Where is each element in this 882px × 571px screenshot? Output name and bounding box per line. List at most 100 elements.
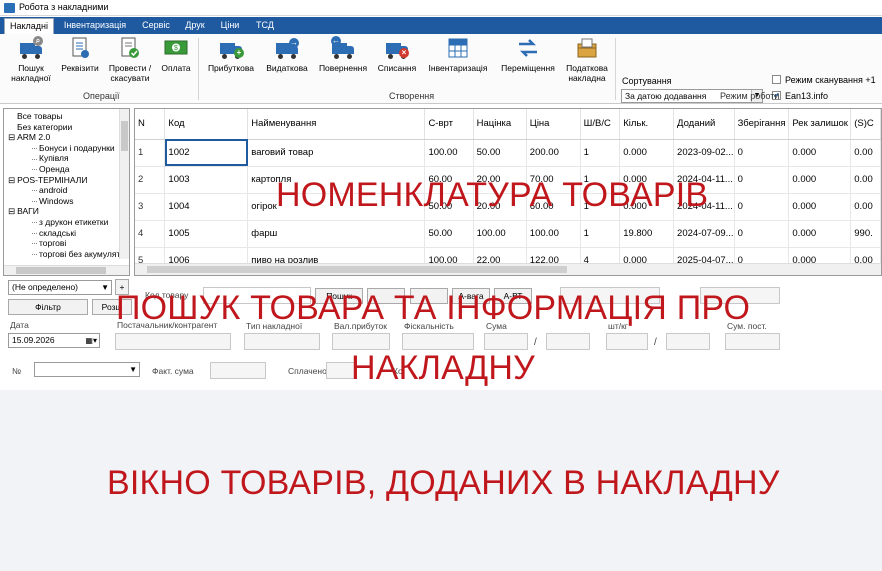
payment-button[interactable]: $ Оплата <box>158 36 194 73</box>
sum-field[interactable] <box>484 333 528 350</box>
outgoing-invoice-button[interactable]: → Видаткова <box>262 36 312 73</box>
tree-node[interactable]: Бонуси і подарунки <box>32 143 115 153</box>
invoice-type-field[interactable] <box>244 333 320 350</box>
requisites-button[interactable]: Реквізити <box>58 36 102 73</box>
table-cell[interactable]: 0.000 <box>788 166 852 194</box>
scan-mode-checkbox[interactable] <box>772 75 781 84</box>
units-field[interactable] <box>606 333 648 350</box>
tab-print[interactable]: Друк <box>180 17 210 34</box>
table-row[interactable]: 4 1005 фарш 50.00 100.00 100.00 1 19.800 2024-07… <box>135 220 881 248</box>
category-tree[interactable]: Все товары Без категории ⊟ ARM 2.0 Бонуси і … <box>3 108 130 276</box>
transfer-button[interactable]: Переміщення <box>496 36 560 73</box>
column-header[interactable]: Рек залишок <box>788 109 852 140</box>
units-field-2[interactable] <box>666 333 710 350</box>
inventory-button[interactable]: Інвентаризація <box>424 36 492 73</box>
column-header[interactable]: Ціна <box>526 109 581 140</box>
table-cell[interactable]: 2024-07-09... <box>673 220 735 248</box>
column-header[interactable]: Код <box>164 109 249 140</box>
tree-node[interactable]: складські <box>32 228 76 238</box>
table-cell[interactable]: 0 <box>734 166 790 194</box>
column-header[interactable]: Найменування <box>247 109 426 140</box>
table-cell[interactable]: 0.000 <box>788 193 852 221</box>
tax-invoice-button[interactable]: Податкова накладна <box>562 36 612 83</box>
table-cell[interactable]: 50.00 <box>424 220 474 248</box>
table-cell[interactable]: 1 <box>580 139 621 167</box>
tree-node[interactable]: з друкон етикетки <box>32 217 108 227</box>
table-cell[interactable]: 0.000 <box>788 220 852 248</box>
table-cell[interactable]: 990. <box>850 220 881 248</box>
table-cell[interactable]: 1002 <box>164 139 249 167</box>
search-invoice-button[interactable]: ⌕ Пошук накладної <box>6 36 56 83</box>
table-cell[interactable]: 2023-09-02... <box>673 139 735 167</box>
column-header[interactable]: С-врт <box>424 109 474 140</box>
incoming-invoice-button[interactable]: + Прибуткова <box>204 36 258 73</box>
tree-horizontal-scrollbar[interactable] <box>4 265 129 275</box>
category-select[interactable]: (Не определено) ▼ <box>8 280 112 295</box>
tree-node[interactable]: Без категории <box>17 122 72 132</box>
collapse-toggle-icon[interactable]: ⊟ <box>8 206 15 216</box>
table-cell[interactable]: 0 <box>734 220 790 248</box>
table-cell[interactable]: 100.00 <box>526 220 581 248</box>
grid-horizontal-scrollbar[interactable] <box>135 263 881 275</box>
table-cell[interactable]: 0 <box>734 139 790 167</box>
column-header[interactable]: N <box>135 109 166 140</box>
filter-button[interactable]: Фільтр <box>8 299 88 315</box>
tree-node[interactable]: ⊟ POS-ТЕРМІНАЛИ <box>8 175 87 185</box>
actual-sum-field[interactable] <box>210 362 266 379</box>
table-cell[interactable]: 0.000 <box>619 139 675 167</box>
table-cell[interactable]: 0.00 <box>850 139 881 167</box>
collapse-toggle-icon[interactable]: ⊟ <box>8 175 15 185</box>
table-cell[interactable]: 1 <box>135 139 166 167</box>
table-cell[interactable]: 4 <box>135 220 166 248</box>
date-picker[interactable]: 15.09.2026 ▦▾ <box>8 333 100 348</box>
table-cell[interactable]: 0.00 <box>850 193 881 221</box>
table-cell[interactable]: 1005 <box>164 220 249 248</box>
currency-profit-field[interactable] <box>332 333 390 350</box>
table-cell[interactable]: 0.00 <box>850 166 881 194</box>
column-header[interactable]: (S)С <box>850 109 881 140</box>
tree-node[interactable]: Купівля <box>32 153 69 163</box>
table-cell[interactable]: 1 <box>580 220 621 248</box>
table-cell[interactable]: 200.00 <box>526 139 581 167</box>
table-cell[interactable]: 0 <box>734 193 790 221</box>
tab-tsd[interactable]: ТСД <box>250 17 280 34</box>
table-cell[interactable]: 50.00 <box>473 139 527 167</box>
supplier-field[interactable] <box>115 333 231 350</box>
table-row[interactable]: 1 1002 ваговий товар 100.00 50.00 200.00 1 0.00… <box>135 139 881 167</box>
column-header[interactable]: Зберігання <box>734 109 790 140</box>
table-cell[interactable]: 100.00 <box>424 139 474 167</box>
table-cell[interactable]: 1004 <box>164 193 249 221</box>
table-cell[interactable]: фарш <box>247 220 426 248</box>
tree-node[interactable]: Оренда <box>32 164 69 174</box>
column-header[interactable]: Доданий <box>673 109 735 140</box>
supplier-sum-field[interactable] <box>725 333 780 350</box>
tree-vertical-scrollbar[interactable] <box>119 109 129 259</box>
table-cell[interactable]: 1003 <box>164 166 249 194</box>
tab-prices[interactable]: Ціни <box>216 17 244 34</box>
writeoff-invoice-button[interactable]: × Списання <box>374 36 420 73</box>
tree-node[interactable]: торгові без акумулято <box>32 249 125 259</box>
tree-node[interactable]: торгові <box>32 238 66 248</box>
post-cancel-button[interactable]: Провести / скасувати <box>104 36 156 83</box>
tab-service[interactable]: Сервіс <box>136 17 176 34</box>
table-cell[interactable]: 3 <box>135 193 166 221</box>
sum-field-2[interactable] <box>546 333 590 350</box>
tree-node[interactable]: ⊟ ВАГИ <box>8 206 39 216</box>
column-header[interactable]: Ш/В/С <box>580 109 621 140</box>
tab-inventory[interactable]: Інвентаризація <box>60 17 130 34</box>
tree-node[interactable]: Все товары <box>17 111 63 121</box>
tree-node[interactable]: android <box>32 185 67 195</box>
table-cell[interactable]: 19.800 <box>619 220 675 248</box>
table-cell[interactable]: ваговий товар <box>247 139 426 167</box>
return-invoice-button[interactable]: ← Повернення <box>316 36 370 73</box>
table-cell[interactable]: 2 <box>135 166 166 194</box>
invoice-number-select[interactable]: ▼ <box>34 362 140 377</box>
fiscal-field[interactable] <box>402 333 474 350</box>
tree-node[interactable]: Windows <box>32 196 73 206</box>
collapse-toggle-icon[interactable]: ⊟ <box>8 132 15 142</box>
table-cell[interactable]: 0.000 <box>788 139 852 167</box>
table-cell[interactable]: 100.00 <box>473 220 527 248</box>
tab-invoices[interactable]: Накладні <box>4 18 54 34</box>
column-header[interactable]: Націнка <box>473 109 527 140</box>
tree-node[interactable]: ⊟ ARM 2.0 <box>8 132 50 142</box>
